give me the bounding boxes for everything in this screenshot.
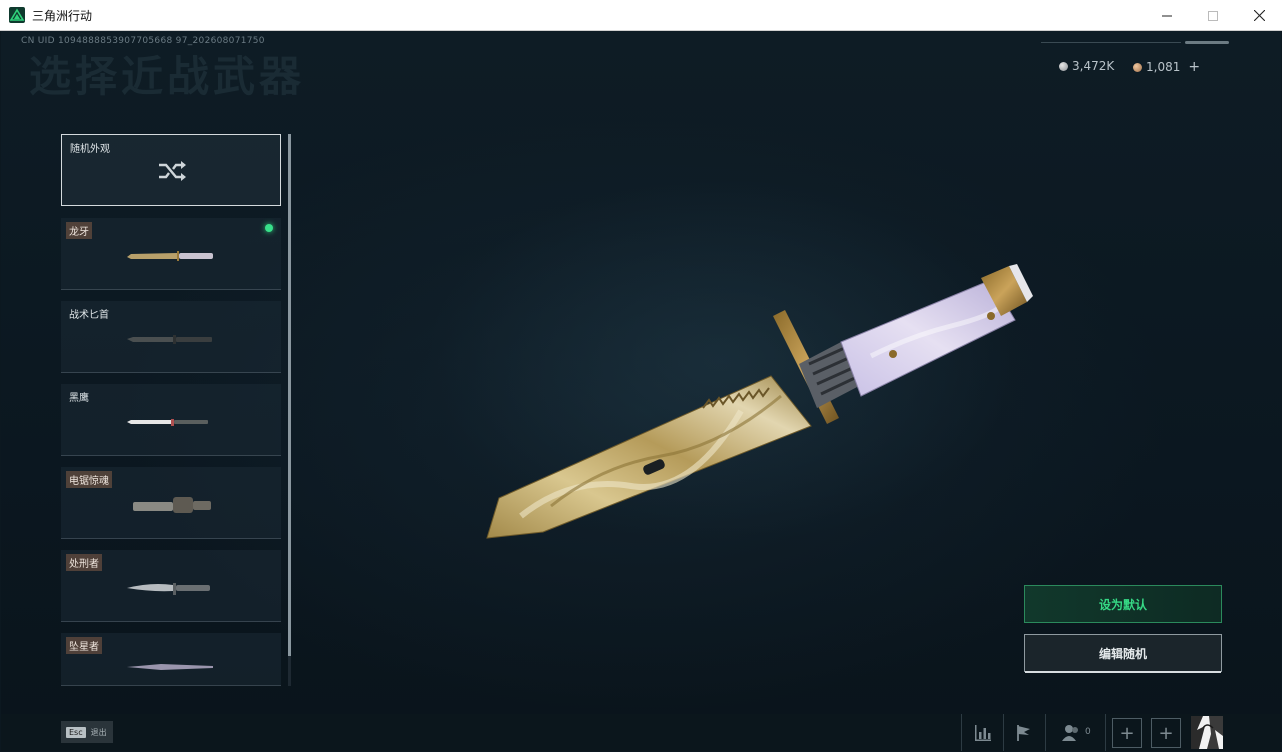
stats-chart-icon[interactable] — [973, 723, 993, 743]
game-viewport: CN UID 1094888853907705668 97_2026080717… — [1, 31, 1281, 751]
maximize-button[interactable] — [1190, 0, 1236, 31]
divider — [1105, 714, 1106, 751]
page-title: 选择近战武器 — [29, 52, 306, 101]
silver-coin-icon — [1059, 61, 1068, 71]
weapon-list-scrollbar-thumb[interactable] — [288, 134, 291, 656]
close-button[interactable] — [1236, 0, 1282, 31]
weapon-card-dragon-fang[interactable]: 龙牙 — [61, 218, 281, 290]
divider — [1003, 714, 1004, 751]
weapon-list: 随机外观 龙牙 战术匕首 黑鹰 电锯惊魂 处刑者 坠星者 — [61, 134, 283, 686]
knife-thumbnail — [127, 251, 213, 261]
shuffle-icon — [159, 161, 186, 181]
add-party-slot-button[interactable]: + — [1151, 718, 1181, 748]
flag-icon[interactable] — [1014, 723, 1034, 743]
divider — [961, 714, 962, 751]
weapon-card-label: 龙牙 — [66, 222, 92, 239]
app-logo-icon — [9, 7, 25, 23]
weapon-card-label: 随机外观 — [70, 144, 110, 155]
player-avatar[interactable] — [1191, 716, 1223, 749]
friends-count: 0 — [1085, 727, 1091, 737]
bottom-bar: Esc 退出 0 + + — [1, 714, 1281, 751]
bronze-coin-icon — [1133, 62, 1142, 72]
add-currency-button[interactable]: + — [1188, 59, 1200, 75]
esc-key-badge: Esc — [66, 726, 86, 738]
weapon-card-label: 处刑者 — [66, 554, 102, 571]
currency-bronze-value: 1,081 — [1146, 60, 1181, 74]
edit-random-button[interactable]: 编辑随机 — [1024, 634, 1222, 673]
weapon-card-chainsaw[interactable]: 电锯惊魂 — [61, 467, 281, 539]
knife-thumbnail — [127, 419, 208, 426]
divider — [1045, 714, 1046, 751]
top-progress-lines — [1041, 41, 1231, 45]
weapon-card-label: 坠星者 — [66, 637, 102, 654]
weapon-card-executioner[interactable]: 处刑者 — [61, 550, 281, 622]
weapon-card-tactical-dagger[interactable]: 战术匕首 — [61, 301, 281, 373]
weapon-card-black-hawk[interactable]: 黑鹰 — [61, 384, 281, 456]
knife-preview[interactable] — [481, 236, 1041, 546]
window-titlebar: 三角洲行动 — [0, 0, 1282, 31]
weapon-card-label: 电锯惊魂 — [66, 471, 112, 488]
weapon-card-star-faller[interactable]: 坠星者 — [61, 633, 281, 686]
equipped-indicator-icon — [265, 224, 273, 232]
set-default-button[interactable]: 设为默认 — [1024, 585, 1222, 623]
weapon-card-random[interactable]: 随机外观 — [61, 134, 281, 206]
knife-thumbnail — [127, 335, 212, 344]
knife-thumbnail — [133, 497, 211, 513]
add-party-slot-button[interactable]: + — [1112, 718, 1142, 748]
esc-back-button[interactable]: Esc 退出 — [61, 721, 113, 743]
minimize-button[interactable] — [1144, 0, 1190, 31]
currency-bronze: 1,081 + — [1133, 59, 1200, 75]
esc-label: 退出 — [90, 727, 107, 737]
weapon-card-label: 战术匕首 — [69, 310, 109, 321]
knife-thumbnail — [127, 583, 210, 595]
currency-silver-value: 3,472K — [1072, 59, 1115, 73]
currency-silver: 3,472K — [1059, 59, 1114, 73]
friends-icon[interactable] — [1061, 723, 1081, 743]
window-title: 三角洲行动 — [32, 8, 93, 23]
weapon-card-label: 黑鹰 — [69, 393, 89, 404]
knife-thumbnail — [127, 664, 213, 670]
